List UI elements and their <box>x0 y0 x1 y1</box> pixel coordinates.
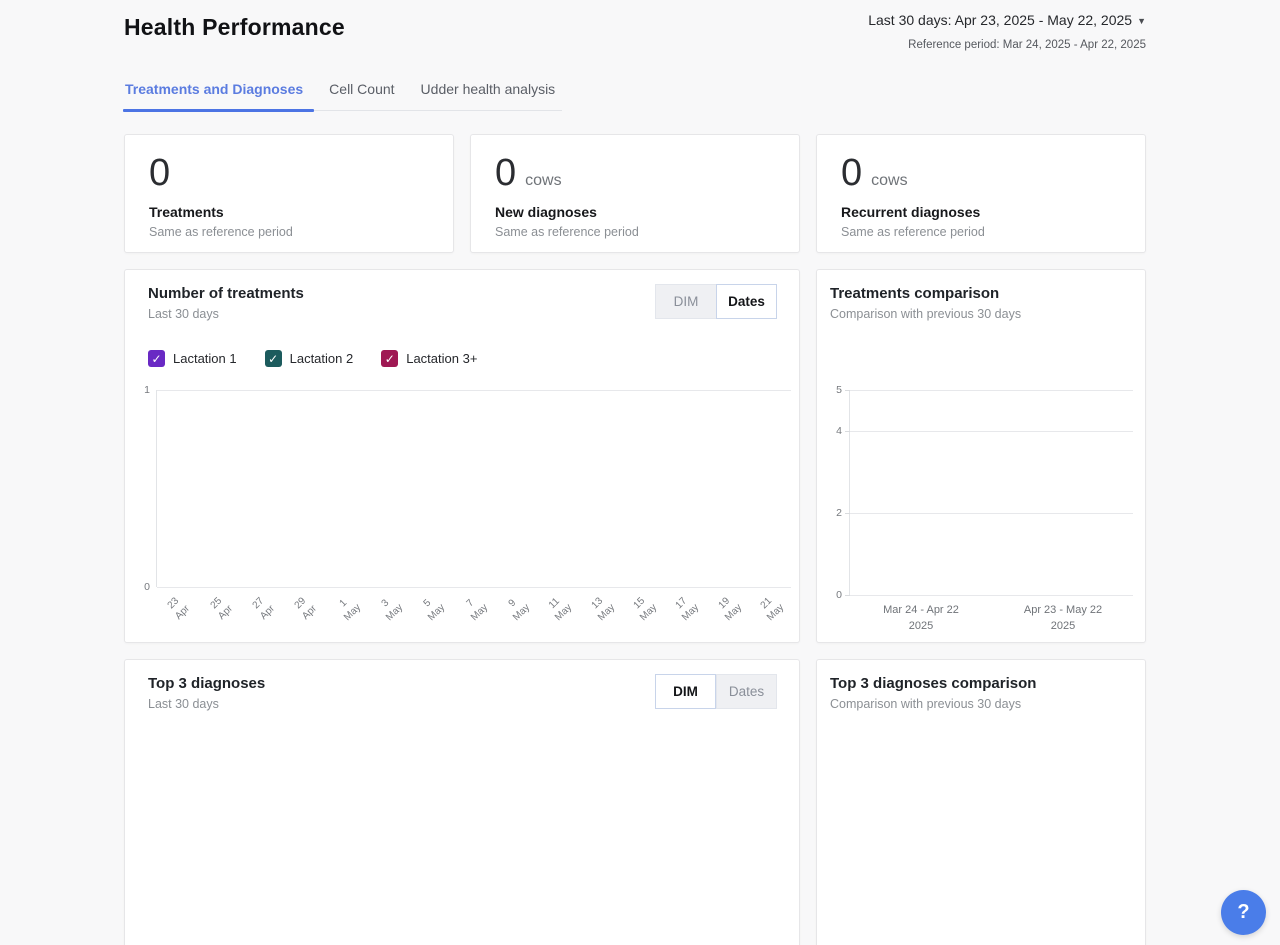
y-axis-tick-mark <box>845 390 850 391</box>
y-axis-tick-label: 0 <box>130 581 150 593</box>
legend-checkbox: ✓ <box>148 350 165 367</box>
stat-label: Recurrent diagnoses <box>841 204 1121 220</box>
stat-label: Treatments <box>149 204 429 220</box>
dim-dates-toggle: DIM Dates <box>655 284 777 319</box>
chevron-down-icon: ▼ <box>1137 16 1146 26</box>
treatments-chart-plot: 0123Apr25Apr27Apr29Apr1May3May5May7May9M… <box>156 390 791 587</box>
chart-legend: ✓ Lactation 1 ✓ Lactation 2 ✓ Lactation … <box>148 350 477 367</box>
tab-cell-count[interactable]: Cell Count <box>328 81 395 110</box>
stat-label: New diagnoses <box>495 204 775 220</box>
comparison-chart-plot: 0245Mar 24 - Apr 222025Apr 23 - May 2220… <box>849 390 1133 595</box>
y-axis-tick-label: 0 <box>822 589 842 601</box>
y-axis-tick-mark <box>845 513 850 514</box>
legend-item-lactation-3plus[interactable]: ✓ Lactation 3+ <box>381 350 477 367</box>
x-axis-category-label: Apr 23 - May 222025 <box>993 603 1133 635</box>
legend-label: Lactation 1 <box>173 351 237 366</box>
stat-unit: cows <box>871 172 907 190</box>
y-axis-tick-label: 1 <box>130 384 150 396</box>
stat-note: Same as reference period <box>495 225 775 239</box>
stat-note: Same as reference period <box>841 225 1121 239</box>
legend-checkbox: ✓ <box>381 350 398 367</box>
period-selector[interactable]: Last 30 days: Apr 23, 2025 - May 22, 202… <box>868 12 1146 28</box>
card-treatments-comparison: Treatments comparison Comparison with pr… <box>816 269 1146 643</box>
y-axis-tick-label: 4 <box>822 425 842 437</box>
page: Health Performance Last 30 days: Apr 23,… <box>124 0 1146 945</box>
help-button[interactable]: ? <box>1221 890 1266 935</box>
card-grid: 0 Treatments Same as reference period 0 … <box>124 134 1146 945</box>
legend-item-lactation-2[interactable]: ✓ Lactation 2 <box>265 350 354 367</box>
stat-value: 0 <box>149 153 170 195</box>
period-selector-label: Last 30 days: Apr 23, 2025 - May 22, 202… <box>868 12 1132 28</box>
card-top-3-diagnoses: Top 3 diagnoses Last 30 days DIM Dates <box>124 659 800 945</box>
stat-card-treatments: 0 Treatments Same as reference period <box>124 134 454 253</box>
stat-unit: cows <box>525 172 561 190</box>
reference-period-label: Reference period: Mar 24, 2025 - Apr 22,… <box>868 39 1146 51</box>
y-axis-tick-mark <box>845 595 850 596</box>
dim-button[interactable]: DIM <box>655 284 716 319</box>
stat-value: 0 <box>495 153 516 195</box>
dim-button[interactable]: DIM <box>655 674 716 709</box>
gridline <box>850 595 1133 596</box>
card-subtitle: Comparison with previous 30 days <box>830 307 1145 321</box>
y-axis-tick-label: 2 <box>822 507 842 519</box>
dim-dates-toggle: DIM Dates <box>655 674 777 709</box>
gridline <box>157 390 791 391</box>
tab-udder-health-analysis[interactable]: Udder health analysis <box>420 81 557 110</box>
dates-button[interactable]: Dates <box>716 284 777 319</box>
stat-value: 0 <box>841 153 862 195</box>
card-title: Treatments comparison <box>830 285 1145 302</box>
stat-card-recurrent-diagnoses: 0 cows Recurrent diagnoses Same as refer… <box>816 134 1146 253</box>
dates-button[interactable]: Dates <box>716 674 777 709</box>
stat-note: Same as reference period <box>149 225 429 239</box>
y-axis-tick-mark <box>845 431 850 432</box>
card-subtitle: Comparison with previous 30 days <box>830 697 1145 711</box>
legend-item-lactation-1[interactable]: ✓ Lactation 1 <box>148 350 237 367</box>
card-title: Top 3 diagnoses comparison <box>830 675 1145 692</box>
stat-card-new-diagnoses: 0 cows New diagnoses Same as reference p… <box>470 134 800 253</box>
gridline <box>850 390 1133 391</box>
legend-label: Lactation 3+ <box>406 351 477 366</box>
card-number-of-treatments: Number of treatments Last 30 days DIM Da… <box>124 269 800 643</box>
date-block: Last 30 days: Apr 23, 2025 - May 22, 202… <box>868 12 1146 51</box>
y-axis-tick-label: 5 <box>822 384 842 396</box>
gridline <box>850 431 1133 432</box>
legend-label: Lactation 2 <box>290 351 354 366</box>
gridline <box>850 513 1133 514</box>
legend-checkbox: ✓ <box>265 350 282 367</box>
question-mark-icon: ? <box>1237 901 1249 924</box>
tabbar: Treatments and Diagnoses Cell Count Udde… <box>124 81 562 111</box>
tab-treatments-and-diagnoses[interactable]: Treatments and Diagnoses <box>124 81 304 110</box>
x-axis-category-label: Mar 24 - Apr 222025 <box>851 603 991 635</box>
card-top-3-diagnoses-comparison: Top 3 diagnoses comparison Comparison wi… <box>816 659 1146 945</box>
